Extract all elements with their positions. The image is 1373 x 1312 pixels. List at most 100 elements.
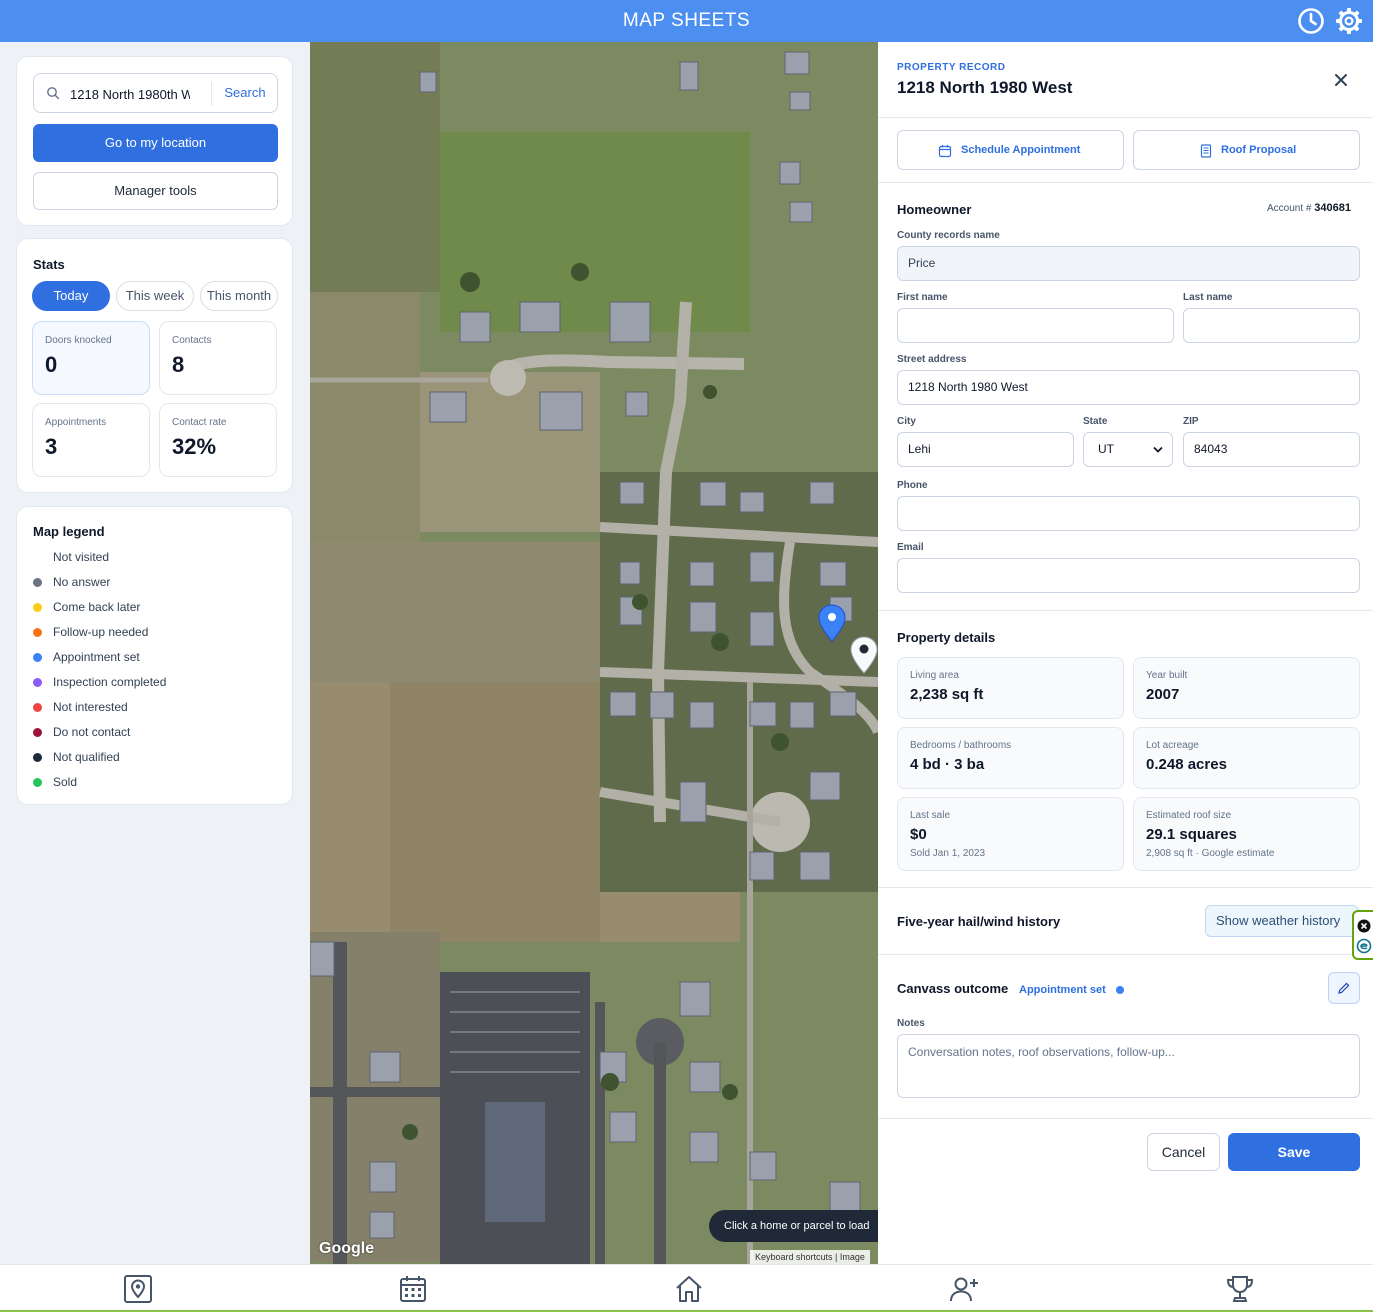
- selected-location-pin-icon[interactable]: [818, 604, 846, 642]
- legend-label: No answer: [53, 575, 111, 589]
- legend-label: Not qualified: [53, 750, 120, 764]
- gear-icon[interactable]: [1335, 7, 1363, 35]
- property-detail-card: Bedrooms / bathrooms 4 bd · 3 ba: [897, 727, 1124, 789]
- chevron-down-icon: [1153, 446, 1163, 453]
- legend-dot: [33, 603, 42, 612]
- email-label: Email: [897, 542, 924, 553]
- cancel-button[interactable]: Cancel: [1147, 1133, 1220, 1171]
- tab-this-week[interactable]: This week: [116, 281, 194, 311]
- map-hint-toast: Click a home or parcel to load: [709, 1210, 878, 1242]
- record-actions: Schedule Appointment Roof Proposal: [878, 118, 1373, 183]
- legend-dot: [33, 778, 42, 787]
- detail-label: Estimated roof size: [1146, 810, 1232, 821]
- calendar-icon[interactable]: [397, 1273, 429, 1305]
- account-number: Account # 340681: [1267, 202, 1351, 214]
- map-pin-icon[interactable]: [850, 636, 878, 674]
- record-header: PROPERTY RECORD 1218 North 1980 West: [878, 42, 1373, 118]
- stat-label: Contacts: [172, 335, 212, 346]
- legend-dot: [33, 653, 42, 662]
- search-icon: [47, 87, 60, 100]
- clock-icon[interactable]: [1297, 7, 1325, 35]
- detail-value: 4 bd · 3 ba: [910, 756, 985, 773]
- go-to-location-button[interactable]: Go to my location: [33, 124, 278, 162]
- satellite-map[interactable]: Click a home or parcel to load Google Ke…: [310, 42, 878, 1264]
- detail-label: Year built: [1146, 670, 1188, 681]
- pencil-icon: [1338, 982, 1350, 994]
- detail-label: Living area: [910, 670, 959, 681]
- legend-label: Not visited: [53, 550, 110, 564]
- legend-dot: [33, 578, 42, 587]
- detail-label: Last sale: [910, 810, 951, 821]
- state-value: UT: [1098, 442, 1114, 456]
- zip-input[interactable]: 84043: [1183, 432, 1360, 467]
- weather-title: Five-year hail/wind history: [897, 914, 1061, 929]
- detail-label: Lot acreage: [1146, 740, 1199, 751]
- city-input[interactable]: Lehi: [897, 432, 1074, 467]
- detail-label: Bedrooms / bathrooms: [910, 740, 1012, 751]
- detail-value: 29.1 squares: [1146, 826, 1237, 843]
- stat-value: 3: [45, 434, 58, 459]
- homeowner-title: Homeowner: [897, 202, 972, 217]
- status-dot: [1116, 986, 1124, 994]
- manager-tools-button[interactable]: Manager tools: [33, 172, 278, 210]
- phone-input[interactable]: [897, 496, 1360, 531]
- notes-textarea[interactable]: Conversation notes, roof observations, f…: [897, 1034, 1360, 1098]
- home-icon[interactable]: [673, 1273, 705, 1305]
- property-record-panel: PROPERTY RECORD 1218 North 1980 West Sch…: [878, 42, 1373, 1264]
- extension-widget[interactable]: [1352, 910, 1373, 960]
- street-address-label: Street address: [897, 354, 967, 365]
- schedule-appointment-label: Schedule Appointment: [961, 144, 1081, 156]
- map-pin-icon[interactable]: [122, 1273, 154, 1305]
- stat-label: Appointments: [45, 417, 107, 428]
- add-user-icon[interactable]: [948, 1273, 980, 1305]
- stats-card: Stats Today This week This month Doors k…: [16, 238, 293, 493]
- street-address-input[interactable]: 1218 North 1980 West: [897, 370, 1360, 405]
- detail-subtext: Sold Jan 1, 2023: [910, 848, 986, 859]
- last-name-input[interactable]: [1183, 308, 1360, 343]
- detail-value: 2,238 sq ft: [910, 686, 984, 703]
- app-title: MAP SHEETS: [622, 10, 751, 31]
- tab-today[interactable]: Today: [32, 281, 110, 311]
- city-label: City: [897, 416, 916, 427]
- extension-logo-icon: [1356, 938, 1372, 954]
- legend-dot: [33, 753, 42, 762]
- homeowner-section: Homeowner Account # 340681 County record…: [878, 183, 1373, 611]
- trophy-icon[interactable]: [1224, 1273, 1256, 1305]
- first-name-input[interactable]: [897, 308, 1174, 343]
- bottom-navigation: [0, 1264, 1373, 1312]
- edit-outcome-button[interactable]: [1328, 972, 1360, 1004]
- schedule-appointment-button[interactable]: Schedule Appointment: [897, 130, 1124, 170]
- property-detail-card: Year built 2007: [1133, 657, 1360, 719]
- state-select[interactable]: UT: [1083, 432, 1173, 467]
- close-icon[interactable]: [1331, 70, 1351, 90]
- email-input[interactable]: [897, 558, 1360, 593]
- google-logo: Google: [319, 1240, 375, 1257]
- property-details-section: Property details Living area 2,238 sq ft Y…: [878, 611, 1373, 888]
- detail-subtext: 2,908 sq ft · Google estimate: [1146, 848, 1275, 859]
- close-circle-icon[interactable]: [1356, 918, 1372, 934]
- stat-value: 0: [45, 352, 58, 377]
- search-input[interactable]: [70, 82, 190, 106]
- app-header: MAP SHEETS: [0, 0, 1373, 42]
- show-weather-history-button[interactable]: Show weather history: [1205, 905, 1359, 937]
- save-button[interactable]: Save: [1228, 1133, 1360, 1171]
- detail-value: $0: [910, 826, 927, 843]
- tab-this-month[interactable]: This month: [200, 281, 278, 311]
- search-box: Search: [33, 73, 278, 113]
- record-title: 1218 North 1980 West: [897, 78, 1073, 97]
- property-details-title: Property details: [897, 630, 996, 645]
- property-detail-card: Last sale $0 Sold Jan 1, 2023: [897, 797, 1124, 871]
- legend-dot: [33, 678, 42, 687]
- stat-value: 8: [172, 352, 185, 377]
- record-eyebrow: PROPERTY RECORD: [897, 62, 1006, 73]
- legend-dot: [33, 703, 42, 712]
- county-name-label: County records name: [897, 230, 1000, 241]
- property-detail-card: Lot acreage 0.248 acres: [1133, 727, 1360, 789]
- map-attribution[interactable]: Keyboard shortcuts | Image: [750, 1250, 870, 1264]
- document-icon: [1200, 144, 1212, 158]
- stat-contacts: Contacts 8: [159, 321, 277, 395]
- roof-proposal-button[interactable]: Roof Proposal: [1133, 130, 1360, 170]
- detail-value: 0.248 acres: [1146, 756, 1227, 773]
- canvass-outcome-title: Canvass outcome: [897, 981, 1009, 996]
- search-button[interactable]: Search: [212, 74, 278, 112]
